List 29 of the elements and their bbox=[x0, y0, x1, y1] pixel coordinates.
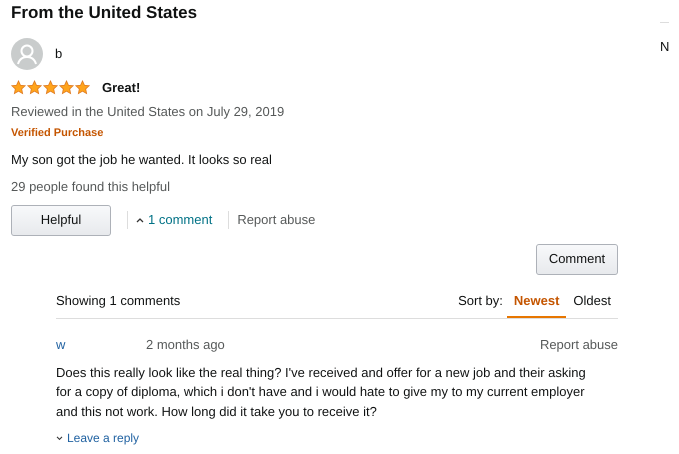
comment-author[interactable]: w bbox=[56, 335, 146, 354]
sort-tab[interactable]: Newest bbox=[506, 290, 566, 318]
sort-label: Sort by: bbox=[458, 292, 503, 310]
review-date: Reviewed in the United States on July 29, 2019 bbox=[11, 102, 286, 121]
caret-icon bbox=[56, 436, 63, 440]
helpful-count: 29 people found this helpful bbox=[11, 178, 172, 196]
avatar-icon bbox=[11, 38, 43, 70]
star-icon bbox=[27, 80, 42, 96]
reviewer-name: b bbox=[55, 45, 62, 64]
comment-text: Does this really look like the real thing? I've received and offer for a new job and their asking for a copy of diploma, which i don't have and i would hate to give my to my current employer and this not work. How long did it take you to receive it? bbox=[56, 364, 587, 421]
star-icon bbox=[43, 80, 58, 96]
review-title: Great! bbox=[102, 79, 140, 97]
comments-link[interactable]: 1 comment bbox=[136, 210, 212, 230]
star-icon bbox=[75, 80, 90, 96]
verified-purchase-label: Verified Purchase bbox=[11, 126, 104, 141]
comment-button[interactable]: Comment bbox=[536, 244, 618, 274]
comment-time: 2 months ago bbox=[146, 336, 225, 354]
star-icon bbox=[11, 80, 26, 96]
leave-reply-link[interactable]: Leave a reply bbox=[56, 429, 140, 447]
sort-tab[interactable]: Oldest bbox=[566, 290, 618, 318]
helpful-button[interactable]: Helpful bbox=[11, 204, 111, 236]
report-abuse-link[interactable]: Report abuse bbox=[237, 210, 316, 230]
review-text: My son got the job he wanted. It looks so real bbox=[11, 150, 273, 169]
report-abuse-link[interactable]: Report abuse bbox=[540, 335, 618, 354]
side-text: N bbox=[660, 39, 670, 54]
caret-icon bbox=[136, 217, 144, 223]
comments-summary: Showing 1 comments bbox=[56, 292, 180, 310]
star-icon bbox=[59, 80, 74, 96]
section-heading: From the United States bbox=[11, 2, 198, 24]
